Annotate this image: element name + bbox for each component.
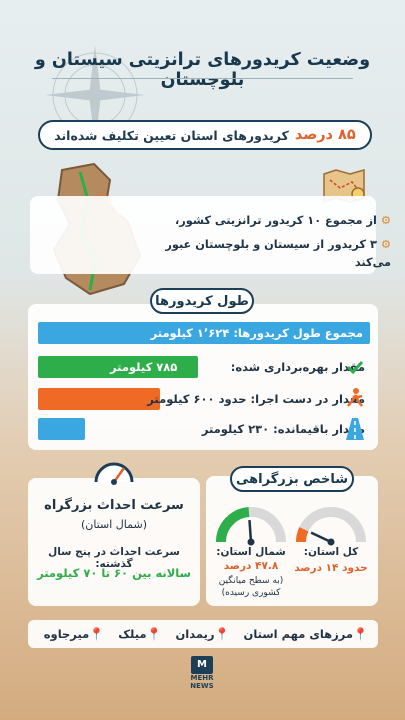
speed-subtitle: (شمال استان) bbox=[80, 518, 148, 531]
border-item: 📍میرجاوه bbox=[43, 627, 105, 641]
mehr-news-logo: M MEHR NEWS bbox=[182, 656, 222, 690]
speed-line-2: سالانه بین ۶۰ تا ۷۰ کیلومتر bbox=[37, 566, 191, 580]
page-title: وضعیت کریدورهای ترانزیتی سیستان و بلوچست… bbox=[34, 50, 371, 90]
road-work-icon bbox=[347, 388, 363, 407]
info-bullet-1: ⚙از مجموع ۱۰ کریدور ترانزیتی کشور، bbox=[174, 214, 391, 227]
info-bullet-2-cont: می‌کند bbox=[354, 256, 391, 269]
bar-built-label: مقدار بهره‌برداری شده: bbox=[230, 360, 365, 374]
bar-in-progress bbox=[38, 388, 160, 410]
headline-percent: ۸۵ درصد bbox=[294, 127, 356, 143]
province-gauge bbox=[296, 507, 366, 546]
info-bullet-2: ⚙۳ کریدور از سیستان و بلوچستان عبور bbox=[165, 238, 391, 251]
bar-built-value: ۷۸۵ کیلومتر bbox=[110, 360, 178, 374]
bar-in-progress-label: مقدار در دست اجرا: حدود ۶۰۰ کیلومتر bbox=[147, 392, 365, 406]
headline-text: کریدورهای استان تعیین تکلیف شده‌اند bbox=[54, 127, 289, 143]
border-item: 📍میلک bbox=[118, 627, 162, 641]
infographic: وضعیت کریدورهای ترانزیتی سیستان و بلوچست… bbox=[0, 0, 405, 720]
checkmark-icon bbox=[346, 360, 364, 374]
length-heading: طول کریدورها bbox=[150, 288, 254, 314]
bar-remaining bbox=[38, 418, 85, 440]
province-gauge-label: کل استان: bbox=[303, 546, 359, 558]
location-pin-icon: 📍 bbox=[214, 627, 230, 641]
north-gauge-value: ۴۷.۸ درصد bbox=[223, 560, 279, 572]
north-gauge bbox=[216, 507, 286, 546]
province-gauge-value: حدود ۱۴ درصد bbox=[294, 562, 368, 574]
speedometer-icon bbox=[94, 462, 134, 485]
location-pin-icon: 📍 bbox=[353, 627, 368, 641]
border-item: 📍ریمدان bbox=[175, 627, 230, 641]
north-gauge-note-2: کشوری رسیده) bbox=[221, 588, 281, 598]
north-gauge-note-1: (به سطح میانگین bbox=[218, 576, 284, 586]
bar-total-label: مجموع طول کریدورها: ۱٬۶۲۴ کیلومتر bbox=[150, 326, 363, 340]
north-gauge-label: شمال استان: bbox=[216, 546, 286, 558]
highway-index-heading: شاخص بزرگراهی bbox=[230, 466, 354, 492]
title-divider bbox=[52, 78, 353, 79]
logo-mark-icon: M bbox=[191, 656, 213, 674]
headline-box: ۸۵ درصد کریدورهای استان تعیین تکلیف شده‌… bbox=[38, 120, 372, 150]
location-pin-icon: 📍 bbox=[89, 627, 105, 641]
speed-heading: سرعت احداث بزرگراه bbox=[44, 498, 184, 513]
bar-remaining-label: مقدار باقیمانده: ۲۳۰ کیلومتر bbox=[201, 422, 365, 436]
info-box bbox=[30, 196, 376, 274]
location-pin-icon: 📍 bbox=[146, 627, 162, 641]
borders-heading: 📍مرزهای مهم استان bbox=[243, 627, 369, 641]
road-icon bbox=[346, 418, 364, 440]
borders-row: 📍مرزهای مهم استان 📍ریمدان 📍میلک 📍میرجاوه bbox=[28, 620, 378, 648]
gear-icon: ⚙ bbox=[380, 238, 391, 251]
gear-icon: ⚙ bbox=[380, 214, 391, 227]
